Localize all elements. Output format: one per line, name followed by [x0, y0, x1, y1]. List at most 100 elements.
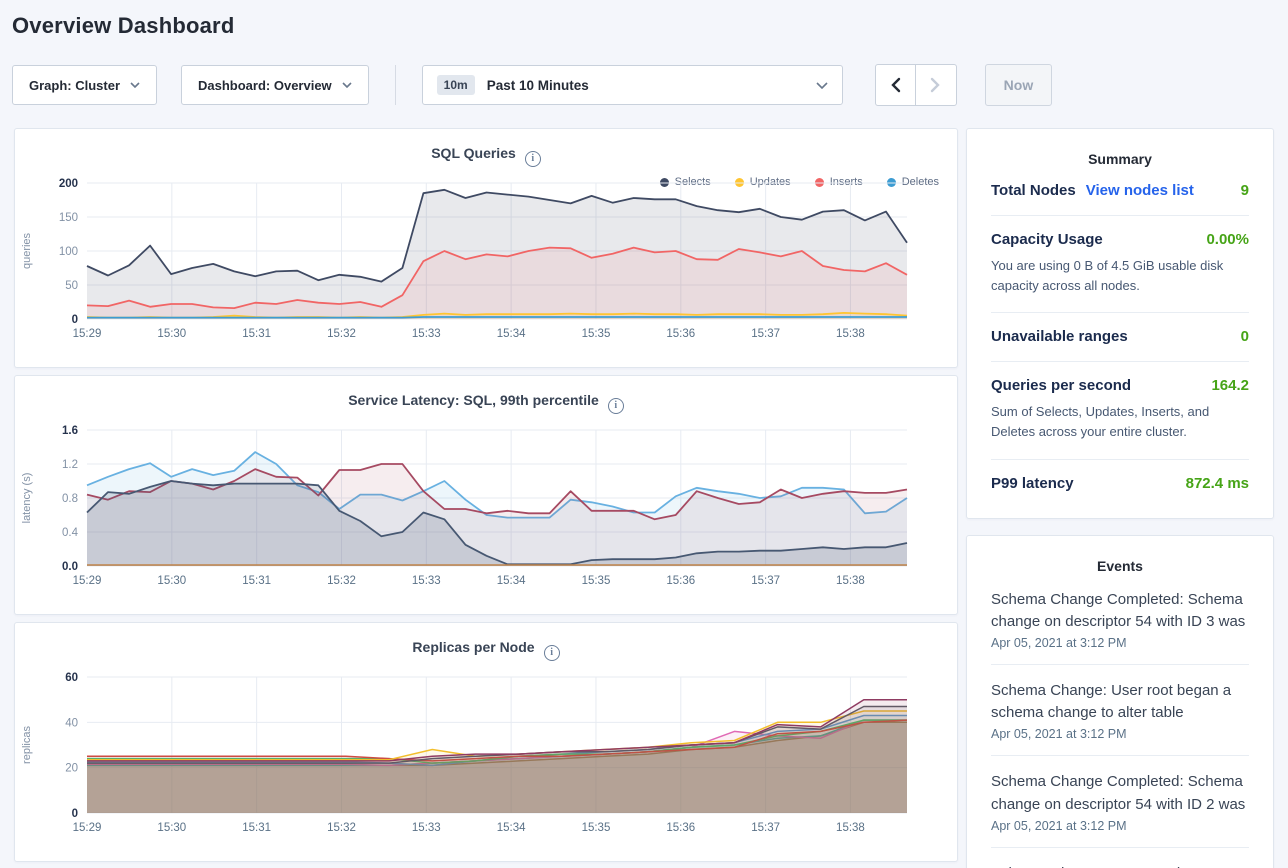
svg-text:60: 60: [65, 672, 78, 684]
page-title: Overview Dashboard: [0, 0, 1288, 39]
events-heading: Events: [991, 556, 1249, 574]
svg-text:15:38: 15:38: [836, 575, 865, 587]
event-time: Apr 05, 2021 at 3:12 PM: [991, 819, 1249, 833]
event-text: Schema Change: User root began a schema …: [991, 680, 1249, 724]
time-step-controls: [875, 64, 957, 106]
chart-title-row: Replicas per Node i: [15, 639, 957, 661]
service-latency-chart[interactable]: 0.00.40.81.21.615:2915:3015:3115:3215:33…: [16, 422, 958, 600]
now-button[interactable]: Now: [985, 64, 1053, 106]
p99-latency-label: P99 latency: [991, 475, 1074, 492]
time-range-label: Past 10 Minutes: [487, 78, 804, 93]
chevron-down-icon: [342, 82, 352, 88]
dashboard-dropdown[interactable]: Dashboard: Overview: [181, 65, 369, 105]
graph-scope-dropdown[interactable]: Graph: Cluster: [12, 65, 157, 105]
svg-text:40: 40: [65, 717, 78, 729]
p99-latency-value: 872.4 ms: [1186, 475, 1249, 492]
side-column: Summary Total Nodes View nodes list 9 Ca…: [966, 128, 1274, 868]
replicas-per-node-chart[interactable]: 020406015:2915:3015:3115:3215:3315:3415:…: [16, 669, 958, 847]
svg-text:15:35: 15:35: [582, 822, 611, 834]
event-time: Apr 05, 2021 at 3:12 PM: [991, 636, 1249, 650]
summary-heading: Summary: [991, 149, 1249, 167]
info-icon[interactable]: i: [544, 645, 560, 661]
chart-title-row: SQL Queries i: [15, 145, 957, 167]
events-panel: Events Schema Change Completed: Schema c…: [966, 535, 1274, 868]
capacity-usage-value: 0.00%: [1206, 231, 1249, 248]
svg-text:15:33: 15:33: [412, 822, 441, 834]
summary-row-p99: P99 latency 872.4 ms: [991, 460, 1249, 508]
chevron-left-icon: [890, 77, 901, 93]
svg-text:15:33: 15:33: [412, 575, 441, 587]
dashboard-label: Dashboard: Overview: [198, 78, 332, 93]
svg-text:15:31: 15:31: [242, 822, 271, 834]
unavailable-ranges-label: Unavailable ranges: [991, 328, 1128, 345]
event-item: Schema Change Completed: Schema change o…: [991, 756, 1249, 847]
svg-text:15:36: 15:36: [666, 328, 695, 340]
svg-text:0.0: 0.0: [62, 561, 78, 573]
svg-text:1.2: 1.2: [62, 459, 78, 471]
chart-title: SQL Queries: [431, 145, 516, 161]
svg-text:15:31: 15:31: [242, 328, 271, 340]
svg-text:15:34: 15:34: [497, 575, 526, 587]
svg-text:1.6: 1.6: [62, 425, 78, 437]
chart-title-row: Service Latency: SQL, 99th percentile i: [15, 392, 957, 414]
svg-text:15:37: 15:37: [751, 328, 780, 340]
svg-text:15:38: 15:38: [836, 822, 865, 834]
summary-row-total-nodes: Total Nodes View nodes list 9: [991, 167, 1249, 216]
svg-text:15:29: 15:29: [73, 575, 102, 587]
chevron-down-icon: [816, 82, 828, 89]
service-latency-chart-panel: Service Latency: SQL, 99th percentile i 0…: [14, 375, 958, 615]
svg-text:15:32: 15:32: [327, 575, 356, 587]
chart-title: Service Latency: SQL, 99th percentile: [348, 392, 599, 408]
svg-text:15:37: 15:37: [751, 575, 780, 587]
svg-text:15:36: 15:36: [666, 822, 695, 834]
svg-text:latency (s): latency (s): [21, 473, 33, 524]
event-text: Schema Change Completed: Schema change o…: [991, 771, 1249, 815]
info-icon[interactable]: i: [608, 398, 624, 414]
svg-text:0: 0: [72, 808, 78, 820]
svg-text:15:29: 15:29: [73, 822, 102, 834]
event-text: Schema Change: User root began a schema …: [991, 863, 1249, 868]
view-nodes-list-link[interactable]: View nodes list: [1086, 182, 1194, 199]
svg-text:20: 20: [65, 763, 78, 775]
svg-text:0.8: 0.8: [62, 493, 78, 505]
svg-text:150: 150: [59, 212, 78, 224]
svg-text:100: 100: [59, 246, 78, 258]
svg-text:15:34: 15:34: [497, 328, 526, 340]
next-time-button[interactable]: [916, 65, 956, 105]
svg-text:15:36: 15:36: [666, 575, 695, 587]
event-time: Apr 05, 2021 at 3:12 PM: [991, 727, 1249, 741]
svg-text:200: 200: [59, 178, 78, 190]
svg-text:15:30: 15:30: [157, 575, 186, 587]
event-item: Schema Change: User root began a schema …: [991, 848, 1249, 868]
toolbar-divider: [395, 65, 396, 105]
sql-queries-chart[interactable]: 05010015020015:2915:3015:3115:3215:3315:…: [16, 175, 958, 353]
charts-column: SQL Queriesi Selects Updates Inserts Del…: [14, 128, 958, 862]
summary-row-capacity: Capacity Usage 0.00% You are using 0 B o…: [991, 216, 1249, 313]
event-text: Schema Change Completed: Schema change o…: [991, 589, 1249, 633]
chevron-right-icon: [930, 77, 941, 93]
replicas-per-node-chart-panel: Replicas per Nodei 020406015:2915:3015:3…: [14, 622, 958, 862]
chart-title: Replicas per Node: [412, 639, 534, 655]
time-range-picker[interactable]: 10m Past 10 Minutes: [422, 65, 843, 105]
svg-text:15:34: 15:34: [497, 822, 526, 834]
qps-subtext: Sum of Selects, Updates, Inserts, and De…: [991, 402, 1249, 442]
svg-text:15:29: 15:29: [73, 328, 102, 340]
svg-text:15:31: 15:31: [242, 575, 271, 587]
summary-row-unavailable-ranges: Unavailable ranges 0: [991, 313, 1249, 362]
qps-label: Queries per second: [991, 377, 1131, 394]
toolbar: Graph: Cluster Dashboard: Overview 10m P…: [12, 65, 1276, 105]
prev-time-button[interactable]: [876, 65, 916, 105]
capacity-usage-subtext: You are using 0 B of 4.5 GiB usable disk…: [991, 256, 1249, 296]
svg-text:50: 50: [65, 280, 78, 292]
svg-text:15:35: 15:35: [582, 328, 611, 340]
event-item: Schema Change Completed: Schema change o…: [991, 574, 1249, 665]
info-icon[interactable]: i: [525, 151, 541, 167]
summary-row-qps: Queries per second 164.2 Sum of Selects,…: [991, 362, 1249, 459]
svg-text:15:38: 15:38: [836, 328, 865, 340]
total-nodes-label: Total Nodes: [991, 182, 1076, 199]
svg-text:15:30: 15:30: [157, 328, 186, 340]
unavailable-ranges-value: 0: [1241, 328, 1249, 345]
graph-scope-label: Graph: Cluster: [29, 78, 120, 93]
svg-text:15:32: 15:32: [327, 822, 356, 834]
capacity-usage-label: Capacity Usage: [991, 231, 1103, 248]
